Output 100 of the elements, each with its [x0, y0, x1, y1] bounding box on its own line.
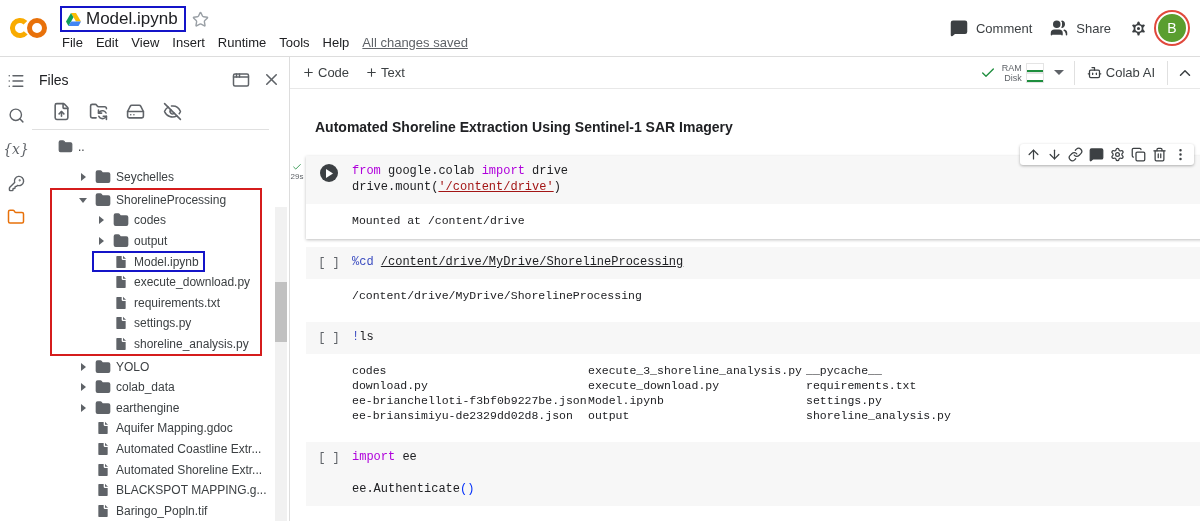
upload-icon[interactable] [52, 102, 71, 122]
maximize-icon[interactable] [232, 70, 250, 89]
search-icon[interactable] [6, 105, 26, 125]
folder-icon [113, 233, 129, 249]
output-text: settings.py [806, 394, 883, 409]
code-input[interactable]: [ ] %cd /content/drive/MyDrive/ShorelineProcessing [306, 247, 1200, 279]
folder-icon [95, 399, 111, 416]
folder-icon [95, 191, 111, 208]
tree-file[interactable]: Automated Coastline Extr... [74, 438, 268, 460]
ai-icon [1086, 65, 1102, 80]
output-text: codes [352, 364, 388, 379]
tree-folder[interactable]: codes [92, 210, 173, 231]
file-icon [113, 294, 129, 311]
run-prompt[interactable]: [ ] [318, 450, 340, 465]
add-button[interactable]: Text [365, 65, 405, 80]
colab-ai-button[interactable]: Colab AI [1073, 60, 1168, 85]
run-prompt[interactable]: [ ] [318, 255, 340, 270]
check-icon [292, 162, 302, 172]
output-text: __pycache__ [806, 364, 883, 379]
folder-icon [95, 169, 111, 186]
folder-icon[interactable] [6, 207, 26, 227]
usage-graph-drawing [1025, 62, 1044, 73]
dropdown-icon[interactable] [1053, 69, 1064, 76]
tree-folder[interactable]: YOLO [74, 356, 156, 377]
code-input[interactable]: [ ] import ee ee.Authenticate() [306, 442, 1200, 506]
move-up-icon[interactable] [1026, 147, 1041, 162]
people-icon [1050, 19, 1069, 37]
run-prompt[interactable]: [ ] [318, 330, 340, 345]
code-line: drive.mount('/content/drive') [352, 180, 562, 196]
tree-file[interactable]: Automated Shoreline Extr... [74, 459, 269, 480]
tree-file[interactable]: Aquifer Mapping.gdoc [74, 418, 239, 439]
file-icon [113, 253, 129, 270]
code-line: from google.colab import drive [352, 164, 569, 180]
menu-item[interactable]: Tools [279, 35, 310, 50]
variables-icon[interactable]: {x} [6, 139, 26, 159]
output-text: output [588, 409, 631, 424]
play-icon [325, 168, 333, 178]
output-text: execute_3_shoreline_analysis.py [588, 364, 803, 379]
output-text: execute_download.py [588, 379, 721, 394]
output-text: ee-briansimiyu-de2329dd02d8.json [352, 409, 574, 424]
run-button[interactable] [320, 164, 338, 182]
plus-icon [365, 66, 379, 79]
output-text: ee-brianchelloti-f3bf0b9227be.json [352, 394, 588, 409]
key-icon[interactable] [6, 173, 26, 193]
panel-title: Files [39, 71, 70, 88]
share-button[interactable]: Share [1050, 19, 1111, 37]
parent-folder-item[interactable]: .. [56, 136, 91, 157]
meter-label: RAM [1001, 62, 1022, 73]
folder-refresh-icon[interactable] [89, 102, 108, 122]
tree-folder[interactable]: ShorelineProcessing [74, 189, 233, 211]
menu-item[interactable]: Insert [172, 35, 205, 50]
drive-icon [66, 12, 81, 26]
drive-folder-icon[interactable] [126, 102, 145, 122]
file-icon [113, 274, 129, 291]
tree-folder[interactable]: colab_data [74, 376, 181, 398]
code-line: !ls [352, 330, 374, 346]
menu-item[interactable]: File [62, 35, 83, 50]
output-text: shoreline_analysis.py [806, 409, 952, 424]
cell-output: Mounted at /content/drive [306, 204, 1200, 239]
settings-icon[interactable] [1110, 147, 1125, 162]
tree-folder[interactable]: output [92, 230, 174, 252]
output-text: requirements.txt [806, 379, 918, 394]
folder-up-icon [58, 139, 73, 155]
comment-button[interactable]: Comment [949, 19, 1033, 37]
plus-icon [302, 66, 315, 79]
menu-item[interactable]: Help [322, 35, 350, 50]
move-down-icon[interactable] [1047, 147, 1062, 162]
tree-file[interactable]: requirements.txt [92, 292, 227, 314]
file-icon [95, 420, 111, 437]
star-icon[interactable] [191, 10, 209, 28]
file-icon [95, 440, 111, 457]
code-line: ee.Authenticate() [352, 482, 475, 498]
eye-off-icon[interactable] [163, 102, 182, 122]
code-line: import ee [352, 450, 418, 466]
tree-file[interactable]: Baringo_Popln.tif [74, 500, 214, 521]
tree-file[interactable]: settings.py [92, 313, 198, 334]
notebook-title[interactable]: Model.ipynb [60, 6, 186, 32]
link-icon[interactable] [1068, 147, 1083, 162]
tree-folder[interactable]: Seychelles [74, 166, 181, 188]
tree-file[interactable]: BLACKSPOT MAPPING.g... [74, 479, 273, 501]
comment-icon[interactable] [1089, 147, 1104, 162]
comment-icon [949, 19, 968, 37]
save-status-link[interactable]: All changes saved [362, 35, 468, 50]
tree-file[interactable]: Model.ipynb [92, 251, 205, 272]
code-line: %cd /content/drive/MyDrive/ShorelineProcessing [352, 255, 684, 271]
mirror-icon[interactable] [1131, 147, 1146, 162]
code-input[interactable]: from google.colab import drive drive.mount('/content/drive') [306, 156, 1200, 204]
tree-file[interactable]: execute_download.py [92, 271, 257, 293]
trash-icon[interactable] [1152, 147, 1167, 162]
file-icon [95, 502, 111, 519]
tree-folder[interactable]: earthengine [74, 397, 186, 419]
file-icon [113, 335, 129, 352]
tree-file[interactable]: shoreline_analysis.py [92, 333, 255, 355]
menu-item[interactable]: Runtime [217, 35, 267, 50]
add-button[interactable]: Code [302, 65, 350, 80]
menu-item[interactable]: Edit [95, 35, 119, 50]
code-input[interactable]: [ ] !ls [306, 322, 1200, 354]
file-icon [95, 482, 111, 499]
menu-item[interactable]: View [131, 35, 160, 50]
meter-label: Disk [1003, 72, 1022, 83]
